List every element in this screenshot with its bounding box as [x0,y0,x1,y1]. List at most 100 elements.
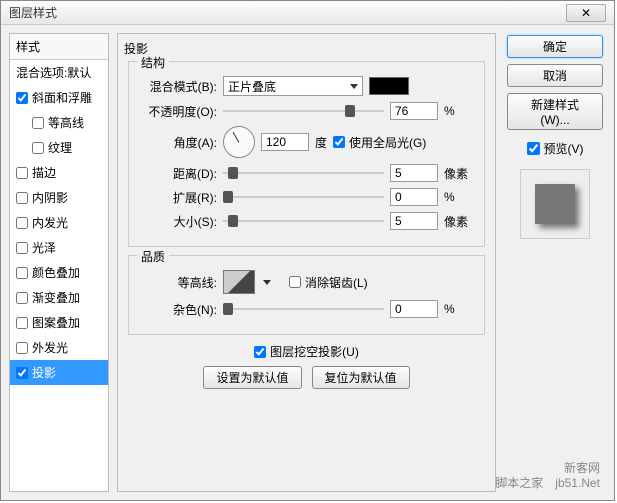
opacity-unit: % [444,104,474,118]
preview-checkbox[interactable]: 预览(V) [527,140,584,157]
opacity-input[interactable] [390,102,438,120]
sidebar-item[interactable]: 混合选项:默认 [10,60,108,85]
size-slider[interactable] [223,213,384,229]
spread-unit: % [444,190,474,204]
anti-alias-label: 消除锯齿(L) [305,274,368,291]
sidebar-item-label: 描边 [32,164,56,181]
sidebar-item-checkbox[interactable] [16,192,28,204]
close-button[interactable]: ✕ [566,4,606,22]
styles-header: 样式 [10,34,108,60]
contour-picker[interactable] [223,270,255,294]
sidebar-item[interactable]: 颜色叠加 [10,260,108,285]
angle-input[interactable] [261,133,309,151]
chevron-down-icon[interactable] [263,280,271,285]
right-panel: 确定 取消 新建样式(W)... 预览(V) [504,33,606,492]
angle-label: 角度(A): [139,134,217,151]
knockout-input[interactable] [254,346,266,358]
ok-button[interactable]: 确定 [507,35,603,58]
global-light-label: 使用全局光(G) [349,134,426,151]
watermark-line1: 新客网 [495,461,600,477]
sidebar-item-checkbox[interactable] [16,242,28,254]
angle-dial[interactable] [223,126,255,158]
settings-panel: 投影 结构 混合模式(B): 正片叠底 不透明度(O): % [117,33,496,492]
shadow-color-swatch[interactable] [369,77,409,95]
preview-box [520,169,590,239]
styles-list: 混合选项:默认斜面和浮雕等高线纹理描边内阴影内发光光泽颜色叠加渐变叠加图案叠加外… [10,60,108,385]
chevron-down-icon [350,84,358,89]
blend-mode-value: 正片叠底 [228,78,276,95]
spread-slider[interactable] [223,189,384,205]
layer-style-dialog: 图层样式 ✕ 样式 混合选项:默认斜面和浮雕等高线纹理描边内阴影内发光光泽颜色叠… [0,0,615,501]
noise-unit: % [444,302,474,316]
sidebar-item[interactable]: 外发光 [10,335,108,360]
sidebar-item-checkbox[interactable] [32,142,44,154]
sidebar-item-label: 图案叠加 [32,314,80,331]
sidebar-item[interactable]: 纹理 [10,135,108,160]
sidebar-item-checkbox[interactable] [32,117,44,129]
dialog-title: 图层样式 [9,4,57,21]
sidebar-item-label: 内阴影 [32,189,68,206]
watermark-line2: 脚本之家 jb51.Net [495,476,600,492]
sidebar-item[interactable]: 光泽 [10,235,108,260]
sidebar-item[interactable]: 内阴影 [10,185,108,210]
watermark: 新客网 脚本之家 jb51.Net [495,461,600,492]
sidebar-item-checkbox[interactable] [16,267,28,279]
sidebar-item-label: 等高线 [48,114,84,131]
sidebar-item-label: 外发光 [32,339,68,356]
preview-label: 预览(V) [544,140,584,157]
spread-input[interactable] [390,188,438,206]
noise-label: 杂色(N): [139,301,217,318]
sidebar-item[interactable]: 等高线 [10,110,108,135]
sidebar-item-checkbox[interactable] [16,292,28,304]
knockout-label: 图层挖空投影(U) [270,343,359,360]
sidebar-item-label: 斜面和浮雕 [32,89,92,106]
titlebar: 图层样式 ✕ [1,1,614,25]
sidebar-item-label: 投影 [32,364,56,381]
sidebar-item-checkbox[interactable] [16,167,28,179]
sidebar-item[interactable]: 渐变叠加 [10,285,108,310]
sidebar-item-checkbox[interactable] [16,92,28,104]
anti-alias-checkbox[interactable]: 消除锯齿(L) [289,274,368,291]
preview-input[interactable] [527,142,540,155]
size-unit: 像素 [444,213,474,230]
close-icon: ✕ [581,6,591,20]
sidebar-item[interactable]: 内发光 [10,210,108,235]
quality-group: 品质 等高线: 消除锯齿(L) 杂色(N): % [128,255,485,335]
contour-label: 等高线: [139,274,217,291]
new-style-button[interactable]: 新建样式(W)... [507,93,603,130]
noise-slider[interactable] [223,301,384,317]
sidebar-item-checkbox[interactable] [16,317,28,329]
sidebar-item[interactable]: 斜面和浮雕 [10,85,108,110]
sidebar-item[interactable]: 投影 [10,360,108,385]
sidebar-item-checkbox[interactable] [16,217,28,229]
opacity-label: 不透明度(O): [139,103,217,120]
sidebar-item-checkbox[interactable] [16,342,28,354]
sidebar-item[interactable]: 图案叠加 [10,310,108,335]
knockout-checkbox[interactable]: 图层挖空投影(U) [254,343,359,360]
reset-default-button[interactable]: 复位为默认值 [312,366,410,389]
distance-label: 距离(D): [139,165,217,182]
opacity-slider[interactable] [223,103,384,119]
blend-mode-label: 混合模式(B): [139,78,217,95]
distance-unit: 像素 [444,165,474,182]
preview-swatch [535,184,575,224]
size-label: 大小(S): [139,213,217,230]
sidebar-item-checkbox[interactable] [16,367,28,379]
size-input[interactable] [390,212,438,230]
distance-input[interactable] [390,164,438,182]
blend-mode-combo[interactable]: 正片叠底 [223,76,363,96]
sidebar-item[interactable]: 描边 [10,160,108,185]
distance-slider[interactable] [223,165,384,181]
spread-label: 扩展(R): [139,189,217,206]
sidebar-item-label: 内发光 [32,214,68,231]
make-default-button[interactable]: 设置为默认值 [203,366,301,389]
styles-list-panel: 样式 混合选项:默认斜面和浮雕等高线纹理描边内阴影内发光光泽颜色叠加渐变叠加图案… [9,33,109,492]
global-light-input[interactable] [333,136,345,148]
angle-unit: 度 [315,134,327,151]
cancel-button[interactable]: 取消 [507,64,603,87]
section-title: 投影 [124,40,485,57]
anti-alias-input[interactable] [289,276,301,288]
quality-title: 品质 [137,248,169,265]
noise-input[interactable] [390,300,438,318]
global-light-checkbox[interactable]: 使用全局光(G) [333,134,426,151]
